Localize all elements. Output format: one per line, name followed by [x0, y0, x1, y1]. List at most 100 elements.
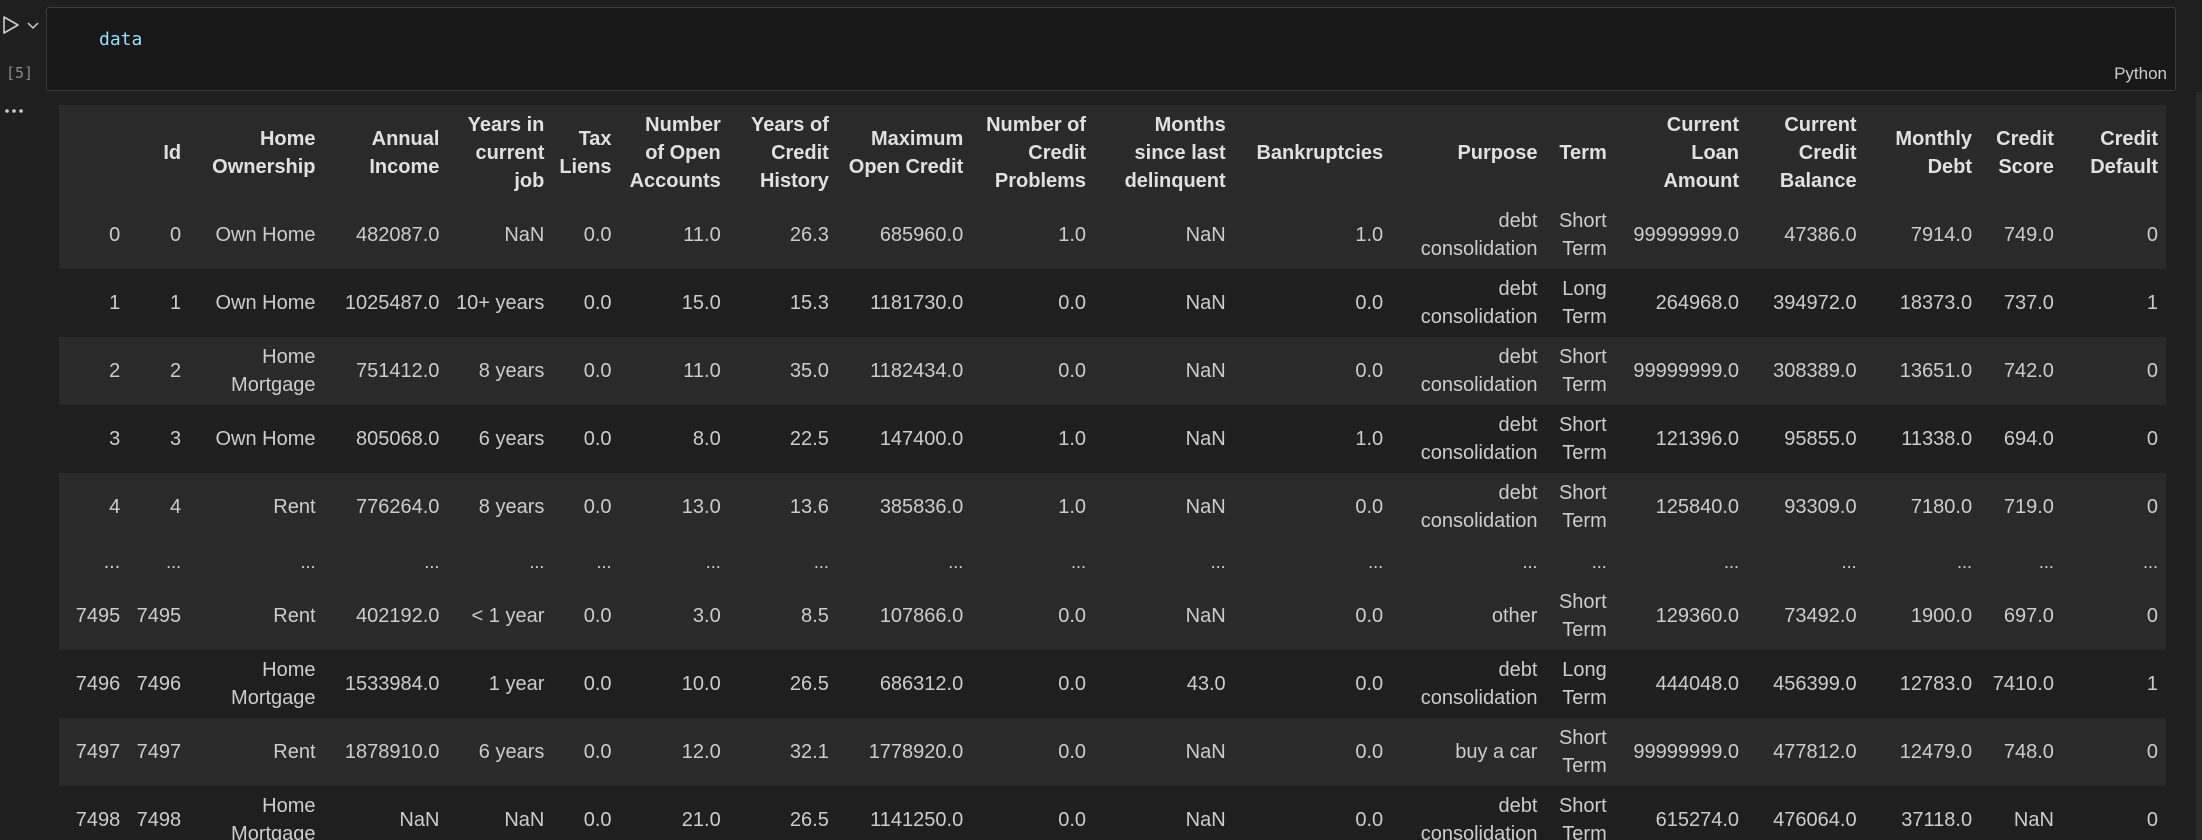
table-cell: 0.0: [552, 650, 620, 718]
table-cell: Rent: [189, 473, 324, 541]
table-cell: 11.0: [619, 337, 729, 405]
table-cell: 73492.0: [1747, 582, 1865, 650]
table-cell: 13.6: [728, 473, 837, 541]
table-cell: ...: [728, 541, 837, 582]
table-cell: 308389.0: [1747, 337, 1865, 405]
table-cell: NaN: [1094, 473, 1234, 541]
table-cell: ...: [2061, 541, 2166, 582]
table-cell: 1141250.0: [836, 786, 972, 840]
table-cell: debt consolidation: [1391, 473, 1546, 541]
table-cell: NaN: [323, 786, 448, 840]
table-cell: 751412.0: [323, 337, 448, 405]
ellipsis-icon[interactable]: [2, 104, 26, 118]
table-cell: 11338.0: [1864, 405, 1981, 473]
table-cell: 0.0: [552, 201, 620, 269]
row-index: 2: [59, 337, 129, 405]
column-header: Maximum Open Credit: [836, 105, 972, 201]
table-cell: 10.0: [619, 650, 729, 718]
table-row: 0 0 Own Home 482087.0 NaN 0.0 11.0 26.3 685960.0…: [59, 201, 2166, 269]
table-row: 7498 7498 Home Mortgage NaN NaN 0.0 21.0 26.5 11…: [59, 786, 2166, 840]
cell-output: Id Home Ownership Annual Income Years in cu…: [59, 105, 2166, 840]
table-cell: 35.0: [728, 337, 837, 405]
table-cell: 0.0: [971, 786, 1095, 840]
table-cell: 129360.0: [1614, 582, 1748, 650]
table-cell: ...: [447, 541, 553, 582]
table-cell: 1.0: [971, 405, 1095, 473]
chevron-down-icon[interactable]: [25, 17, 41, 33]
table-cell: NaN: [1094, 269, 1234, 337]
table-cell: 0: [2061, 582, 2166, 650]
table-cell: ...: [1864, 541, 1981, 582]
table-cell: 264968.0: [1614, 269, 1748, 337]
table-row: 3 3 Own Home 805068.0 6 years 0.0 8.0 22.5 14740…: [59, 405, 2166, 473]
table-cell: 8 years: [447, 337, 553, 405]
table-cell: NaN: [1094, 201, 1234, 269]
scrollbar[interactable]: [2196, 92, 2202, 840]
table-cell: 0.0: [1233, 473, 1392, 541]
table-row: 2 2 Home Mortgage 751412.0 8 years 0.0 11.0 35.…: [59, 337, 2166, 405]
table-cell: Own Home: [189, 201, 324, 269]
table-cell: ...: [1094, 541, 1234, 582]
table-cell: 1900.0: [1864, 582, 1981, 650]
table-cell: 7498: [128, 786, 190, 840]
table-cell: 1: [2061, 269, 2166, 337]
table-cell: 0: [2061, 201, 2166, 269]
table-cell: Rent: [189, 718, 324, 786]
table-cell: 0.0: [1233, 269, 1392, 337]
table-cell: ...: [1545, 541, 1615, 582]
table-cell: 12.0: [619, 718, 729, 786]
table-cell: 482087.0: [323, 201, 448, 269]
table-cell: ...: [971, 541, 1095, 582]
table-cell: Own Home: [189, 269, 324, 337]
table-cell: Short Term: [1545, 582, 1615, 650]
table-row: 1 1 Own Home 1025487.0 10+ years 0.0 15.0 15.3 1…: [59, 269, 2166, 337]
table-cell: ...: [1233, 541, 1392, 582]
column-header: Credit Score: [1980, 105, 2062, 201]
table-cell: NaN: [1094, 786, 1234, 840]
table-cell: 8.5: [728, 582, 837, 650]
table-cell: 737.0: [1980, 269, 2062, 337]
table-cell: 1: [2061, 650, 2166, 718]
table-cell: 476064.0: [1747, 786, 1865, 840]
table-cell: NaN: [447, 786, 553, 840]
table-cell: 0.0: [552, 269, 620, 337]
column-header: Current Credit Balance: [1747, 105, 1865, 201]
table-cell: ...: [128, 541, 190, 582]
table-cell: 99999999.0: [1614, 201, 1748, 269]
column-header: Tax Liens: [552, 105, 620, 201]
table-cell: 99999999.0: [1614, 718, 1748, 786]
table-cell: 1533984.0: [323, 650, 448, 718]
table-cell: 107866.0: [836, 582, 972, 650]
table-cell: 0: [2061, 405, 2166, 473]
language-indicator[interactable]: Python: [2114, 64, 2167, 84]
table-cell: 12783.0: [1864, 650, 1981, 718]
column-header: Id: [128, 105, 190, 201]
column-header: Annual Income: [323, 105, 448, 201]
table-cell: Rent: [189, 582, 324, 650]
column-header: Monthly Debt: [1864, 105, 1981, 201]
column-header: Home Ownership: [189, 105, 324, 201]
table-cell: 615274.0: [1614, 786, 1748, 840]
dataframe-table: Id Home Ownership Annual Income Years in cu…: [59, 105, 2166, 840]
cell-gutter: [5]: [0, 0, 46, 840]
row-index: 7497: [59, 718, 129, 786]
table-cell: 0.0: [971, 650, 1095, 718]
code-cell-editor[interactable]: data Python: [46, 7, 2176, 91]
table-cell: 1.0: [971, 473, 1095, 541]
table-cell: 8.0: [619, 405, 729, 473]
play-icon[interactable]: [0, 14, 22, 36]
table-cell: other: [1391, 582, 1546, 650]
table-cell: 121396.0: [1614, 405, 1748, 473]
table-cell: 0.0: [552, 337, 620, 405]
table-cell: ...: [1980, 541, 2062, 582]
table-cell: NaN: [1094, 582, 1234, 650]
table-cell: 10+ years: [447, 269, 553, 337]
table-cell: 4: [128, 473, 190, 541]
table-cell: 26.5: [728, 650, 837, 718]
ellipsis-row: ........................................…: [59, 541, 2166, 582]
table-cell: 32.1: [728, 718, 837, 786]
column-header: Number of Open Accounts: [619, 105, 729, 201]
table-cell: 0: [2061, 786, 2166, 840]
code-text[interactable]: data: [99, 29, 142, 50]
table-cell: 15.0: [619, 269, 729, 337]
